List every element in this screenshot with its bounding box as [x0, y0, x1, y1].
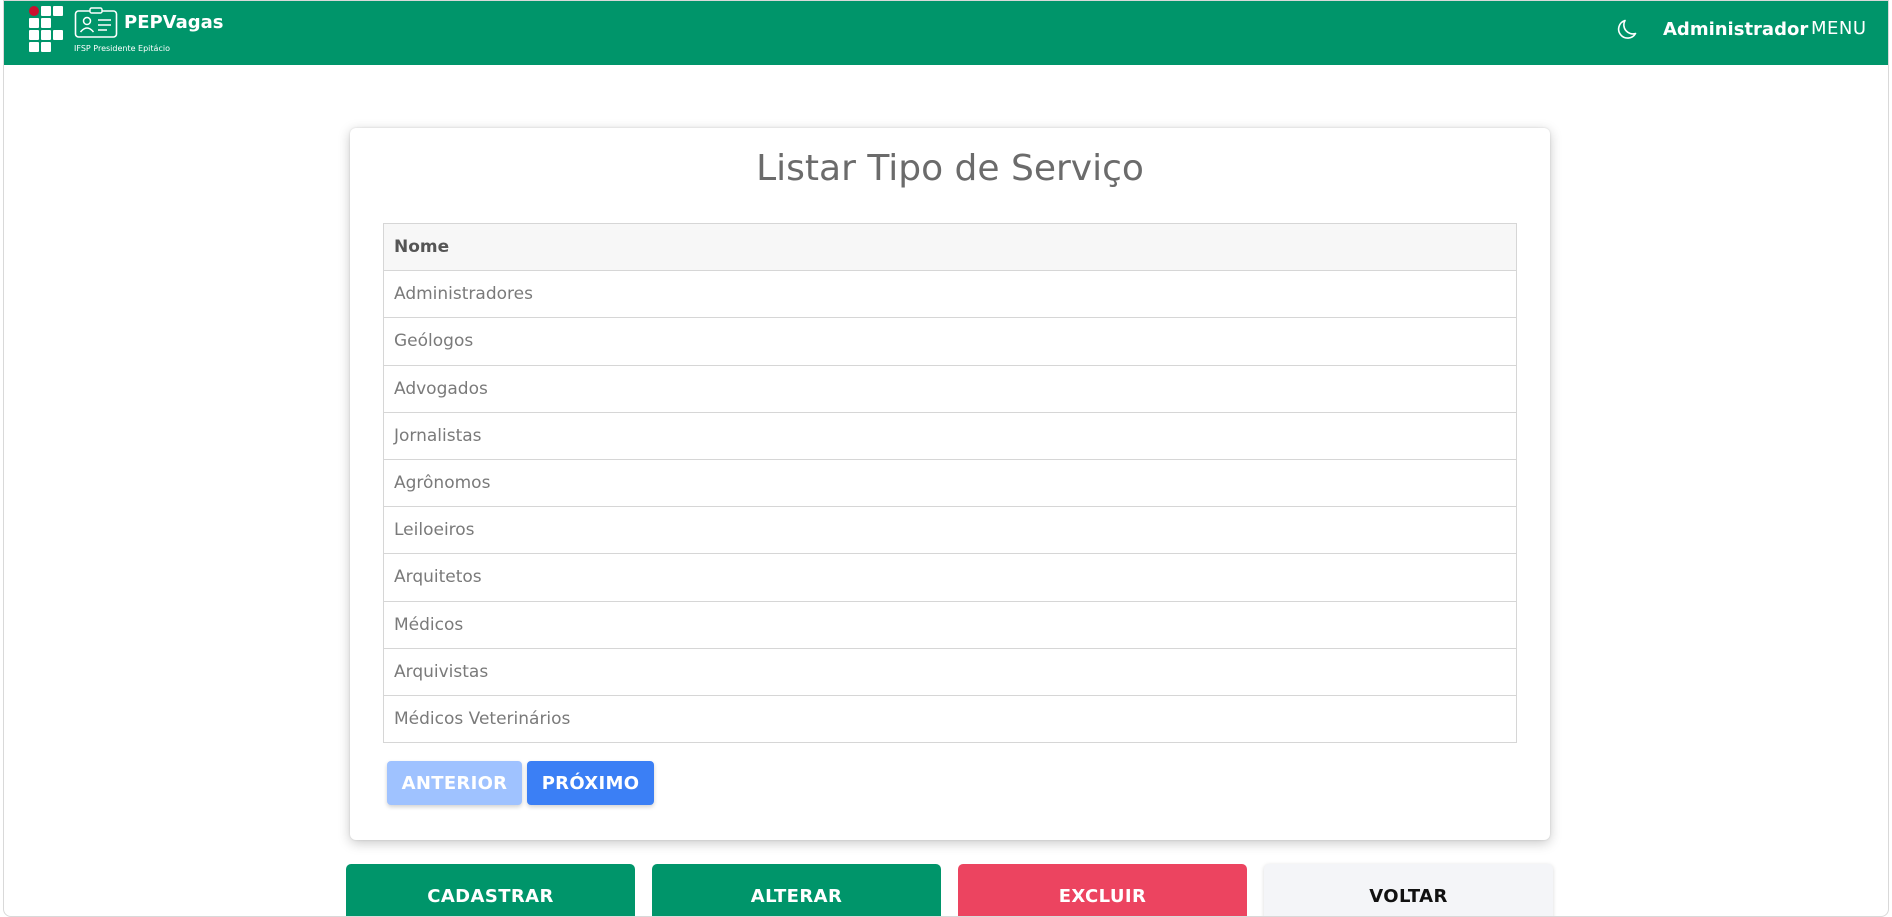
table-row[interactable]: Geólogos [383, 317, 1517, 366]
table-cell[interactable]: Arquivistas [383, 647, 1517, 696]
table-cell[interactable]: Geólogos [383, 317, 1517, 366]
page-title: Listar Tipo de Serviço [756, 148, 1144, 189]
table-row[interactable]: Administradores [383, 270, 1517, 319]
previous-page-button[interactable]: ANTERIOR [387, 761, 522, 805]
table-row[interactable]: Médicos Veterinários [383, 694, 1517, 744]
brand-subtitle: IFSP Presidente Epitácio [74, 44, 170, 53]
menu-button[interactable]: MENU [1811, 18, 1867, 39]
moon-icon[interactable] [1617, 17, 1641, 41]
table-cell[interactable]: Advogados [383, 364, 1517, 413]
table-cell[interactable]: Médicos Veterinários [383, 694, 1517, 744]
table-row[interactable]: Médicos [383, 600, 1517, 649]
delete-button[interactable]: EXCLUIR [958, 864, 1247, 916]
table-cell[interactable]: Médicos [383, 600, 1517, 649]
table-row[interactable]: Leiloeiros [383, 506, 1517, 555]
create-button[interactable]: CADASTRAR [346, 864, 635, 916]
table-cell[interactable]: Administradores [383, 270, 1517, 319]
table-cell[interactable]: Leiloeiros [383, 506, 1517, 555]
table-cell[interactable]: Arquitetos [383, 553, 1517, 602]
user-name[interactable]: Administrador [1663, 19, 1808, 40]
id-badge-icon [74, 7, 118, 38]
top-navbar: PEPVagas IFSP Presidente Epitácio Admini… [4, 1, 1888, 65]
column-header-nome: Nome [383, 222, 1517, 272]
list-card: Listar Tipo de Serviço Nome Administrado… [350, 128, 1550, 840]
table-header-row: Nome [383, 222, 1517, 272]
next-page-button[interactable]: PRÓXIMO [527, 761, 654, 805]
back-button[interactable]: VOLTAR [1264, 864, 1553, 916]
table-cell[interactable]: Agrônomos [383, 458, 1517, 508]
table-row[interactable]: Arquivistas [383, 647, 1517, 696]
service-type-table: Nome Administradores Geólogos Advogados … [383, 222, 1517, 744]
table-row[interactable]: Jornalistas [383, 411, 1517, 460]
table-row[interactable]: Arquitetos [383, 553, 1517, 602]
brand-title[interactable]: PEPVagas [124, 12, 224, 33]
edit-button[interactable]: ALTERAR [652, 864, 941, 916]
table-row[interactable]: Advogados [383, 364, 1517, 413]
table-cell[interactable]: Jornalistas [383, 411, 1517, 460]
ifsp-logo-icon[interactable] [29, 6, 67, 54]
table-row[interactable]: Agrônomos [383, 458, 1517, 508]
app-window: PEPVagas IFSP Presidente Epitácio Admini… [3, 0, 1889, 917]
